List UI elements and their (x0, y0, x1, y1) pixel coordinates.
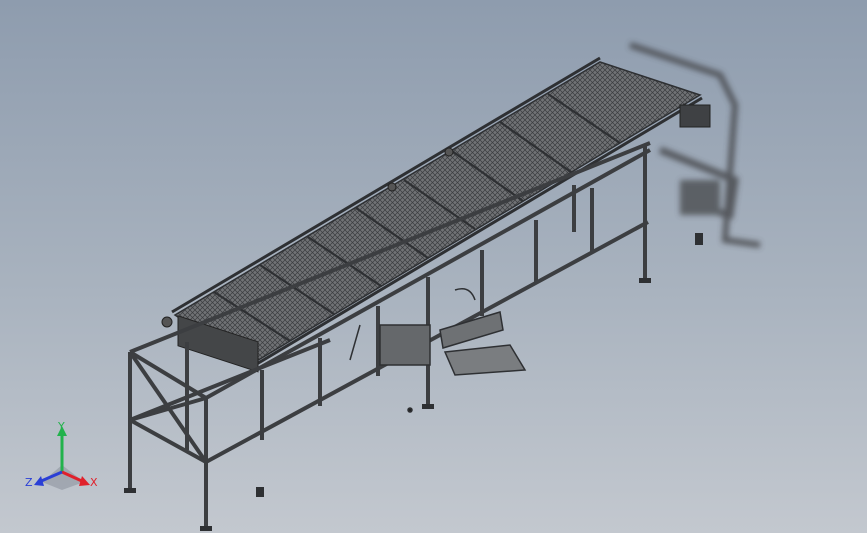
z-axis-label: Z (25, 476, 33, 489)
x-axis-arrowhead-icon (79, 476, 90, 486)
x-axis-label: X (90, 476, 98, 489)
frame-feet (124, 233, 703, 531)
z-axis-arrowhead-icon (34, 476, 44, 486)
conveyor-model[interactable] (0, 0, 867, 533)
3d-viewport[interactable]: Y X Z (0, 0, 867, 533)
y-axis-label: Y (57, 420, 65, 433)
far-end-motor[interactable] (679, 104, 711, 128)
conveyor-belt[interactable] (161, 56, 711, 373)
orientation-triad[interactable]: Y X Z (22, 420, 112, 495)
